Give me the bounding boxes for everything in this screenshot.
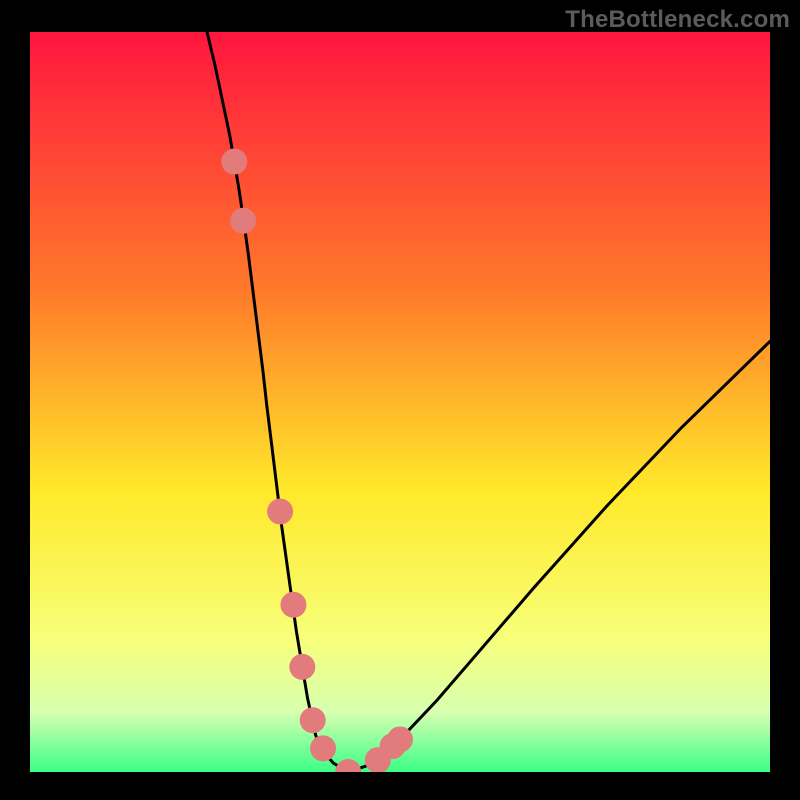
gradient-background	[30, 32, 770, 772]
curve-marker	[310, 735, 336, 761]
curve-marker	[230, 208, 256, 234]
bottleneck-curve-chart	[30, 32, 770, 772]
curve-marker	[300, 707, 326, 733]
watermark-text: TheBottleneck.com	[565, 6, 790, 34]
curve-marker	[289, 654, 315, 680]
plot-area	[30, 32, 770, 772]
curve-marker	[221, 149, 247, 175]
chart-frame: TheBottleneck.com	[0, 0, 800, 800]
curve-marker	[267, 499, 293, 525]
curve-marker	[387, 726, 413, 752]
curve-marker	[280, 592, 306, 618]
